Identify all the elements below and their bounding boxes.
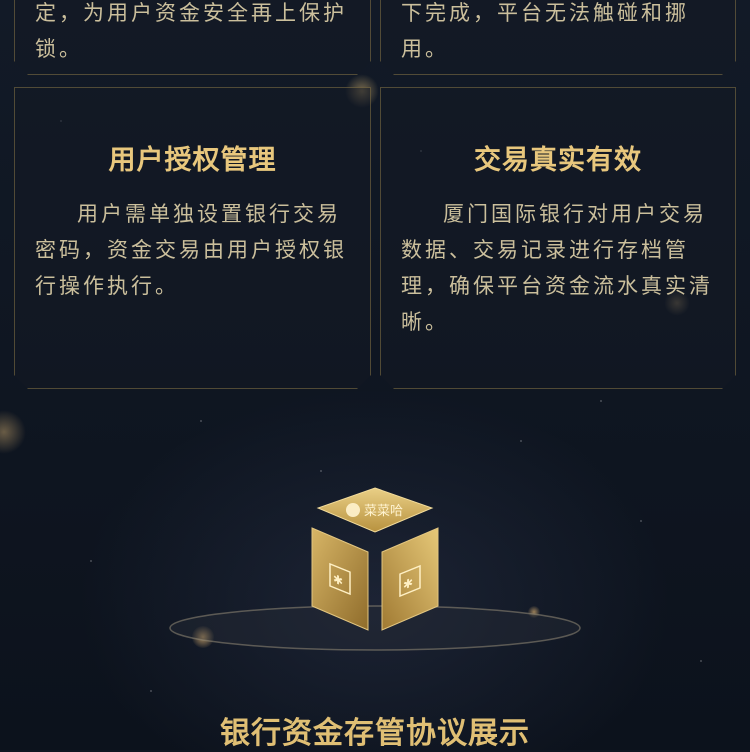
feature-card-user-authorization: 用户授权管理 用户需单独设置银行交易密码，资金交易由用户授权银行操作执行。 — [14, 87, 371, 389]
cube-logo-text: 菜菜哈 — [364, 504, 403, 519]
card-text: 用户需单独设置银行交易密码，资金交易由用户授权银行操作执行。 — [35, 202, 347, 298]
feature-card-top-left: 定，为用户资金安全再上保护锁。 — [14, 0, 371, 75]
platform-ring — [169, 605, 581, 651]
card-text: 定，为用户资金安全再上保护锁。 — [35, 1, 347, 61]
paw-icon — [346, 503, 360, 517]
feature-card-top-right: 下完成，平台无法触碰和挪用。 — [380, 0, 736, 75]
section-title: 银行资金存管协议展示 — [220, 716, 530, 751]
gold-cube-illustration: 菜菜哈 ✱ ✱ — [169, 487, 581, 651]
feature-card-trade-authenticity: 交易真实有效 厦门国际银行对用户交易数据、交易记录进行存档管理，确保平台资金流水… — [380, 87, 736, 389]
card-text: 厦门国际银行对用户交易数据、交易记录进行存档管理，确保平台资金流水真实清晰。 — [401, 202, 713, 334]
card-title: 交易真实有效 — [474, 145, 642, 176]
card-text: 下完成，平台无法触碰和挪用。 — [401, 1, 689, 61]
card-title: 用户授权管理 — [108, 145, 277, 176]
